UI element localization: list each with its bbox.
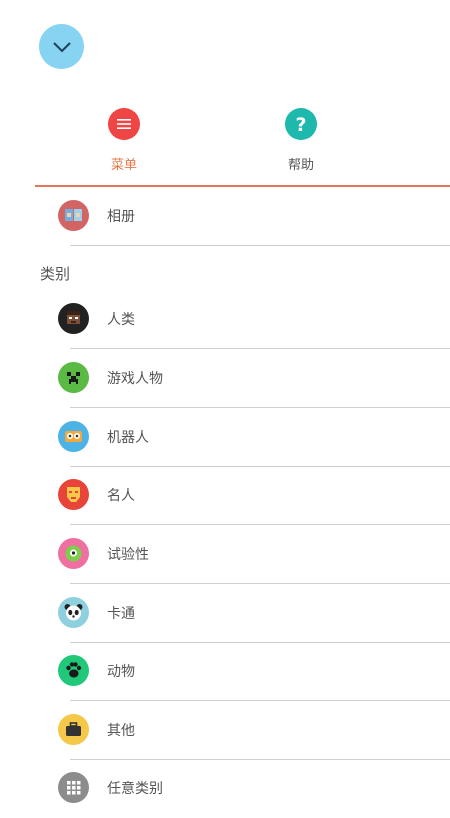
divider bbox=[70, 407, 450, 408]
menu-icon bbox=[108, 108, 140, 140]
cartoon-icon bbox=[58, 597, 89, 628]
divider bbox=[70, 583, 450, 584]
album-label: 相册 bbox=[107, 209, 135, 225]
robot-icon bbox=[58, 421, 89, 452]
tab-menu[interactable]: 菜单 bbox=[84, 106, 164, 173]
category-label: 卡通 bbox=[107, 606, 135, 622]
svg-text:?: ? bbox=[295, 114, 306, 134]
animal-icon bbox=[58, 655, 89, 686]
category-item-celebrities[interactable]: 名人 bbox=[0, 467, 450, 525]
category-item-experimental[interactable]: 试验性 bbox=[0, 526, 450, 584]
category-item-cartoon[interactable]: 卡通 bbox=[0, 585, 450, 643]
category-label: 试验性 bbox=[107, 547, 149, 563]
divider bbox=[70, 700, 450, 701]
category-label: 机器人 bbox=[107, 430, 149, 446]
album-item[interactable]: 相册 bbox=[0, 188, 450, 246]
tab-menu-label: 菜单 bbox=[110, 158, 137, 173]
category-label: 游戏人物 bbox=[107, 371, 163, 387]
tab-help[interactable]: ? 帮助 bbox=[261, 106, 341, 173]
category-item-animals[interactable]: 动物 bbox=[0, 643, 450, 701]
collapse-button[interactable] bbox=[39, 24, 84, 69]
category-label: 人类 bbox=[107, 312, 135, 328]
section-title: 类别 bbox=[40, 265, 71, 283]
category-label: 动物 bbox=[107, 664, 135, 680]
tab-bar: 菜单 ? 帮助 bbox=[0, 106, 450, 188]
game-character-icon bbox=[58, 362, 89, 393]
divider bbox=[70, 245, 450, 246]
chevron-down-icon bbox=[52, 41, 71, 52]
any-category-icon bbox=[58, 772, 89, 803]
divider bbox=[70, 524, 450, 525]
category-item-game-characters[interactable]: 游戏人物 bbox=[0, 350, 450, 408]
category-label: 名人 bbox=[107, 488, 135, 504]
human-icon bbox=[58, 303, 89, 334]
experimental-icon bbox=[58, 538, 89, 569]
album-icon bbox=[58, 200, 89, 231]
category-item-robots[interactable]: 机器人 bbox=[0, 409, 450, 467]
category-label: 其他 bbox=[107, 723, 135, 739]
divider bbox=[70, 348, 450, 349]
tab-help-label: 帮助 bbox=[287, 158, 314, 173]
help-icon: ? bbox=[285, 108, 317, 140]
celebrity-icon bbox=[58, 479, 89, 510]
category-item-other[interactable]: 其他 bbox=[0, 702, 450, 760]
other-icon bbox=[58, 714, 89, 745]
tab-underline bbox=[35, 185, 450, 187]
category-item-any[interactable]: 任意类别 bbox=[0, 760, 450, 818]
category-label: 任意类别 bbox=[107, 781, 163, 797]
category-item-human[interactable]: 人类 bbox=[0, 291, 450, 349]
